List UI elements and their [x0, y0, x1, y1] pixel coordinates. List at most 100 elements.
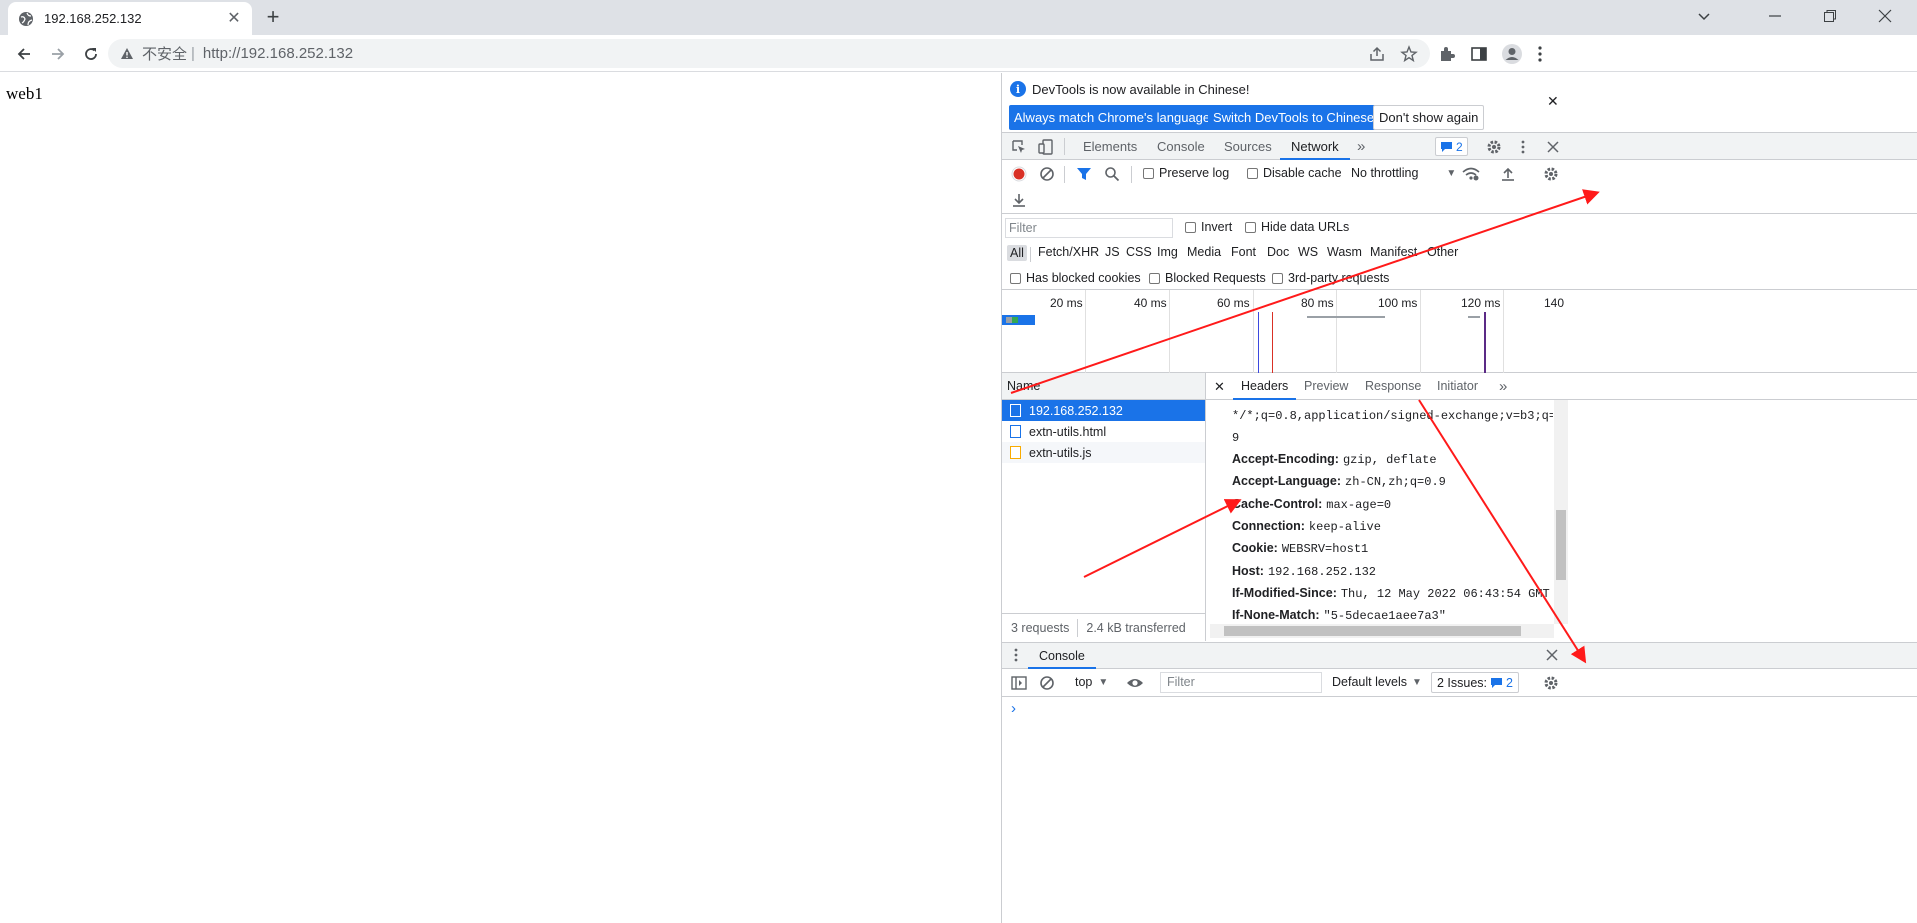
infobar-close-icon[interactable]: ✕	[1547, 93, 1559, 110]
type-filter-media[interactable]: Media	[1187, 245, 1221, 259]
network-conditions-icon[interactable]	[1462, 165, 1480, 183]
blocked-filters-row: Has blocked cookies Blocked Requests 3rd…	[1002, 266, 1917, 290]
window-close-icon[interactable]	[1862, 0, 1908, 32]
drawer-menu-icon[interactable]	[1014, 648, 1018, 665]
tab-elements[interactable]: Elements	[1083, 133, 1137, 160]
horizontal-scrollbar[interactable]	[1210, 624, 1554, 638]
throttling-select[interactable]: No throttling ▼	[1351, 166, 1456, 180]
type-divider	[1030, 247, 1031, 262]
issues-badge[interactable]: 2	[1435, 137, 1468, 156]
tab-search-icon[interactable]	[1681, 0, 1727, 32]
insecure-label[interactable]: 不安全	[142, 43, 187, 64]
detail-close-icon[interactable]: ✕	[1214, 373, 1225, 400]
search-icon[interactable]	[1103, 165, 1121, 183]
request-row[interactable]: 192.168.252.132	[1002, 400, 1205, 421]
type-filter-doc[interactable]: Doc	[1267, 245, 1289, 259]
share-icon[interactable]	[1368, 45, 1386, 63]
type-filter-js[interactable]: JS	[1105, 245, 1120, 259]
type-filter-manifest[interactable]: Manifest	[1370, 245, 1417, 259]
tab-console[interactable]: Console	[1157, 133, 1205, 160]
browser-tab[interactable]: 192.168.252.132 ✕	[8, 2, 252, 35]
type-filter-other[interactable]: Other	[1427, 245, 1458, 259]
export-har-icon[interactable]	[1010, 191, 1028, 209]
has-blocked-cookies-checkbox[interactable]: Has blocked cookies	[1010, 271, 1141, 285]
console-sidebar-icon[interactable]	[1010, 674, 1028, 692]
extensions-icon[interactable]	[1434, 41, 1460, 67]
record-icon[interactable]	[1010, 165, 1028, 183]
minimize-icon[interactable]	[1752, 0, 1798, 32]
checkbox-box	[1272, 272, 1283, 284]
name-column-header[interactable]: Name	[1002, 373, 1205, 400]
tab-sources[interactable]: Sources	[1224, 133, 1272, 160]
inspect-element-icon[interactable]	[1010, 138, 1028, 156]
request-headers-list: */*;q=0.8,application/signed-exchange;v=…	[1206, 400, 1553, 624]
bookmark-star-icon[interactable]	[1400, 45, 1418, 63]
network-filter-input[interactable]: Filter	[1005, 218, 1173, 238]
dont-show-again-button[interactable]: Don't show again	[1373, 105, 1485, 130]
console-issues-button[interactable]: 2 Issues: 2	[1431, 672, 1519, 693]
tab-headers[interactable]: Headers	[1233, 373, 1297, 400]
device-toolbar-icon[interactable]	[1037, 138, 1055, 156]
vertical-scrollbar[interactable]	[1554, 400, 1568, 624]
clear-icon[interactable]	[1038, 165, 1056, 183]
console-filter-input[interactable]: Filter	[1160, 672, 1322, 693]
type-filter-css[interactable]: CSS	[1126, 245, 1152, 259]
side-panel-icon[interactable]	[1466, 41, 1492, 67]
reload-icon[interactable]	[78, 41, 104, 67]
type-filter-fetch-xhr[interactable]: Fetch/XHR	[1038, 245, 1099, 259]
console-settings-gear-icon[interactable]	[1542, 674, 1560, 692]
console-clear-icon[interactable]	[1038, 674, 1056, 692]
always-match-language-button[interactable]: Always match Chrome's language	[1009, 105, 1216, 130]
invert-checkbox[interactable]: Invert	[1185, 220, 1232, 234]
console-prompt[interactable]: ›	[1011, 700, 1016, 717]
devtools-close-icon[interactable]	[1544, 138, 1562, 156]
type-filter-ws[interactable]: WS	[1298, 245, 1318, 259]
log-levels-select[interactable]: Default levels ▼	[1332, 675, 1422, 689]
more-detail-tabs-icon[interactable]: »	[1499, 373, 1507, 400]
drawer-close-icon[interactable]	[1546, 649, 1558, 664]
settings-gear-icon[interactable]	[1485, 138, 1503, 156]
language-infobar: i DevTools is now available in Chinese! …	[1002, 73, 1917, 133]
switch-to-chinese-button[interactable]: Switch DevTools to Chinese	[1208, 105, 1380, 130]
filter-funnel-icon[interactable]	[1075, 165, 1093, 183]
forward-icon[interactable]	[45, 41, 71, 67]
live-expression-eye-icon[interactable]	[1126, 674, 1144, 692]
customize-menu-icon[interactable]	[1514, 138, 1532, 156]
context-value: top	[1075, 675, 1093, 689]
tab-response[interactable]: Response	[1365, 373, 1421, 400]
url-text[interactable]: http://192.168.252.132	[203, 45, 353, 62]
more-tabs-icon[interactable]: »	[1357, 133, 1365, 160]
tab-network[interactable]: Network	[1280, 133, 1350, 160]
tab-close-icon[interactable]: ✕	[226, 10, 242, 27]
network-settings-gear-icon[interactable]	[1542, 165, 1560, 183]
profile-avatar-icon[interactable]	[1499, 41, 1525, 67]
type-filter-wasm[interactable]: Wasm	[1327, 245, 1362, 259]
network-overview-timeline[interactable]: 20 ms 40 ms 60 ms 80 ms 100 ms 120 ms 14…	[1002, 290, 1917, 373]
tab-initiator[interactable]: Initiator	[1437, 373, 1478, 400]
header-value-continuation: */*;q=0.8,application/signed-exchange;v=…	[1232, 409, 1553, 423]
preserve-log-checkbox[interactable]: Preserve log	[1143, 166, 1229, 180]
request-row[interactable]: extn-utils.html	[1002, 421, 1205, 442]
disable-cache-checkbox[interactable]: Disable cache	[1247, 166, 1342, 180]
address-bar[interactable]: 不安全 | http://192.168.252.132	[108, 39, 1430, 68]
scrollbar-thumb[interactable]	[1224, 626, 1521, 636]
type-filter-all[interactable]: All	[1007, 245, 1027, 261]
chrome-menu-icon[interactable]	[1527, 41, 1553, 67]
new-tab-icon[interactable]: +	[261, 6, 285, 30]
transferred-size: 2.4 kB transferred	[1086, 620, 1186, 635]
network-filter-row: Filter Invert Hide data URLs	[1002, 214, 1917, 242]
type-filter-img[interactable]: Img	[1157, 245, 1178, 259]
blocked-requests-checkbox[interactable]: Blocked Requests	[1149, 271, 1266, 285]
scrollbar-thumb[interactable]	[1556, 510, 1566, 580]
request-row[interactable]: extn-utils.js	[1002, 442, 1205, 463]
drawer-tab-console[interactable]: Console	[1028, 643, 1096, 669]
hide-data-urls-checkbox[interactable]: Hide data URLs	[1245, 220, 1349, 234]
restore-icon[interactable]	[1807, 0, 1853, 32]
third-party-requests-checkbox[interactable]: 3rd-party requests	[1272, 271, 1389, 285]
type-filter-font[interactable]: Font	[1231, 245, 1256, 259]
tab-preview[interactable]: Preview	[1304, 373, 1348, 400]
import-har-icon[interactable]	[1499, 165, 1517, 183]
blocked-requests-label: Blocked Requests	[1165, 271, 1266, 285]
context-select[interactable]: top ▼	[1075, 675, 1108, 689]
back-icon[interactable]	[11, 41, 37, 67]
